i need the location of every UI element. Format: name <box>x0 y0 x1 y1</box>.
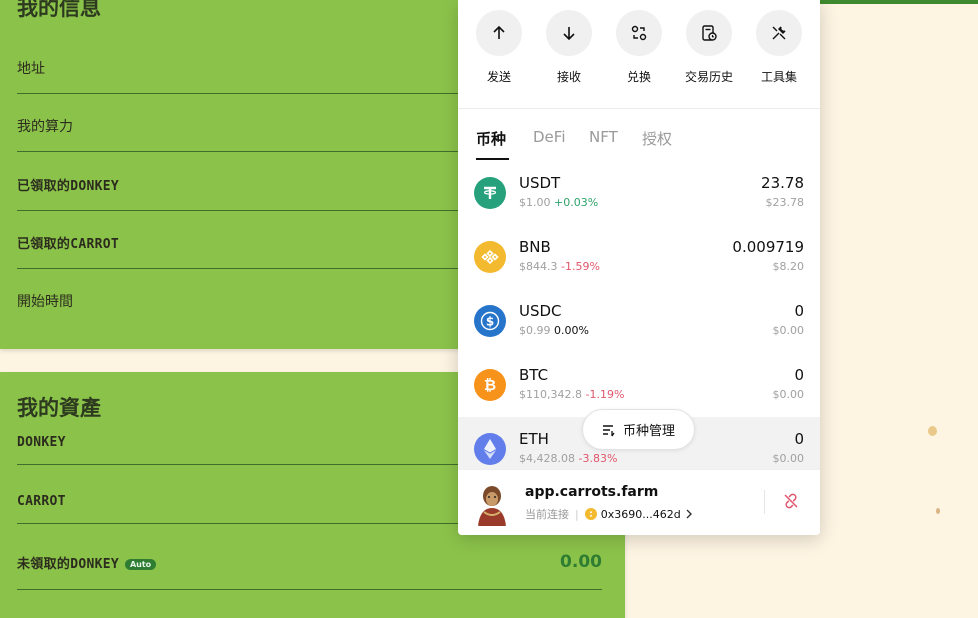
coin-price: $0.99 <box>519 324 551 337</box>
arrow-down-icon <box>546 10 592 56</box>
coin-symbol: ETH <box>519 430 549 448</box>
tools-icon <box>756 10 802 56</box>
coin-symbol: USDT <box>519 174 561 192</box>
coin-symbol: USDC <box>519 302 562 320</box>
background-speck <box>928 426 937 436</box>
row-label: DONKEY <box>17 435 66 450</box>
row-label: 我的算力 <box>17 119 73 135</box>
coin-price: $4,428.08 <box>519 452 575 465</box>
coin-price-line: $4,428.08 -3.83% <box>519 452 617 465</box>
coin-row-btc[interactable]: ₿ BTC $110,342.8 -1.19% 0 $0.00 <box>458 353 820 417</box>
coin-symbol: BNB <box>519 238 551 256</box>
footer-divider <box>764 490 765 514</box>
manage-tokens-button[interactable]: 币种管理 <box>582 409 695 450</box>
unclaimed-label-text: 未領取的DONKEY <box>17 557 119 572</box>
chevron-right-icon <box>686 509 692 519</box>
usdt-logo-icon <box>474 177 506 209</box>
history-button[interactable]: 交易历史 <box>674 10 744 85</box>
unlink-icon <box>784 493 798 509</box>
coin-row-usdc[interactable]: $ USDC $0.99 0.00% 0 $0.00 <box>458 289 820 353</box>
coin-price: $1.00 <box>519 196 551 209</box>
coin-amount: 0 <box>794 302 804 320</box>
coin-usd-value: $0.00 <box>772 388 805 401</box>
disconnect-button[interactable] <box>782 492 800 514</box>
coin-price-line: $1.00 +0.03% <box>519 196 598 209</box>
wallet-popup: 发送 接收 兑换 交易历史 工具集 币种 DeFi NFT 授权 USDT $1… <box>458 0 820 535</box>
swap-button[interactable]: 兑换 <box>604 10 674 85</box>
coin-usd-value: $0.00 <box>772 324 805 337</box>
coin-change: +0.03% <box>554 196 599 209</box>
coin-price: $844.3 <box>519 260 558 273</box>
row-label: CARROT <box>17 494 66 509</box>
tab-nft[interactable]: NFT <box>589 128 618 146</box>
row-label: 已領取的CARROT <box>17 237 119 252</box>
actions-divider <box>458 108 820 109</box>
usdc-logo-icon: $ <box>474 305 506 337</box>
row-label: 開始時間 <box>17 294 73 310</box>
dapp-site-name: app.carrots.farm <box>525 484 659 500</box>
unclaimed-donkey-value: 0.00 <box>560 552 602 572</box>
history-label: 交易历史 <box>684 70 733 84</box>
tab-defi[interactable]: DeFi <box>533 128 565 146</box>
send-label: 发送 <box>486 70 511 84</box>
receive-button[interactable]: 接收 <box>534 10 604 85</box>
coin-price: $110,342.8 <box>519 388 582 401</box>
coin-change: -3.83% <box>578 452 618 465</box>
coin-amount: 0 <box>794 430 804 448</box>
send-button[interactable]: 发送 <box>464 10 534 85</box>
coin-usd-value: $23.78 <box>765 196 805 209</box>
tools-button[interactable]: 工具集 <box>744 10 814 85</box>
history-icon <box>686 10 732 56</box>
coin-symbol: BTC <box>519 366 549 384</box>
connection-status-label: 当前连接 <box>525 508 569 521</box>
list-settings-icon <box>602 424 615 436</box>
background-speck <box>936 508 940 514</box>
coin-change: -1.19% <box>585 388 625 401</box>
row-label: 地址 <box>17 61 45 77</box>
coin-change: -1.59% <box>561 260 600 273</box>
asset-row-unclaimed-donkey: 未領取的DONKEY Auto 0.00 <box>17 532 602 590</box>
active-tab-underline <box>476 158 509 160</box>
auto-badge: Auto <box>124 558 157 570</box>
tools-label: 工具集 <box>760 70 797 84</box>
tab-approvals[interactable]: 授权 <box>642 128 672 149</box>
connection-footer: app.carrots.farm 当前连接 | 0x3690...462d <box>458 469 820 535</box>
eth-logo-icon <box>474 433 506 465</box>
bnb-logo-icon <box>474 241 506 273</box>
coin-usd-value: $8.20 <box>772 260 805 273</box>
coin-usd-value: $0.00 <box>772 452 805 465</box>
tab-tokens[interactable]: 币种 <box>476 128 506 149</box>
manage-tokens-label: 币种管理 <box>622 424 675 439</box>
coin-row-usdt[interactable]: USDT $1.00 +0.03% 23.78 $23.78 <box>458 161 820 225</box>
svg-text:$: $ <box>486 315 494 329</box>
connection-status[interactable]: 当前连接 | 0x3690...462d <box>525 506 694 522</box>
connected-address: 0x3690...462d <box>600 507 681 521</box>
coin-change: 0.00% <box>554 324 589 337</box>
coin-price-line: $0.99 0.00% <box>519 324 589 337</box>
coin-row-bnb[interactable]: BNB $844.3 -1.59% 0.009719 $8.20 <box>458 225 820 289</box>
bnb-chain-icon <box>584 508 597 520</box>
svg-text:₿: ₿ <box>484 376 496 394</box>
row-label: 未領取的DONKEY Auto <box>17 553 157 572</box>
wallet-actions: 发送 接收 兑换 交易历史 工具集 <box>464 10 814 90</box>
coin-price-line: $110,342.8 -1.19% <box>519 388 624 401</box>
receive-label: 接收 <box>556 70 581 84</box>
info-card-title: 我的信息 <box>17 0 101 20</box>
coin-amount: 0.009719 <box>732 238 804 256</box>
swap-icon <box>616 10 662 56</box>
coin-amount: 23.78 <box>761 174 804 192</box>
btc-logo-icon: ₿ <box>474 369 506 401</box>
arrow-up-icon <box>476 10 522 56</box>
coin-amount: 0 <box>794 366 804 384</box>
dapp-avatar <box>474 482 510 526</box>
status-separator: | <box>575 507 579 521</box>
swap-label: 兑换 <box>626 70 651 84</box>
coin-price-line: $844.3 -1.59% <box>519 260 600 273</box>
row-label: 已領取的DONKEY <box>17 179 119 194</box>
